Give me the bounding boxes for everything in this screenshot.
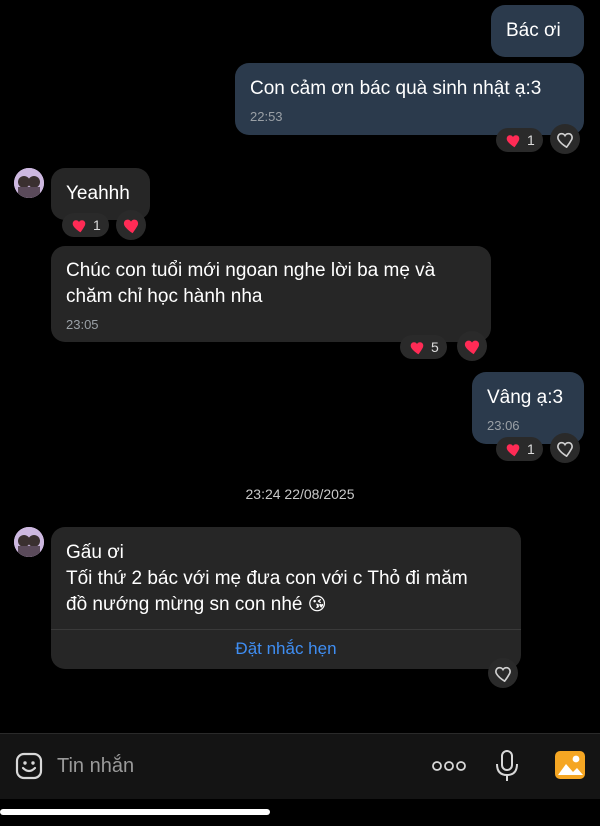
avatar[interactable] — [14, 168, 44, 198]
message-bubble-outgoing[interactable]: Bác ơi — [491, 5, 584, 57]
image-icon[interactable] — [554, 750, 586, 780]
heart-icon — [464, 340, 480, 355]
set-reminder-button[interactable]: Đặt nhắc hẹn — [51, 639, 521, 659]
message-input[interactable]: Tin nhắn — [57, 755, 134, 778]
message-text: Vâng ạ:3 — [487, 387, 564, 408]
heart-icon — [72, 220, 86, 233]
message-composer: Tin nhắn — [0, 733, 600, 799]
reaction-count: 1 — [527, 441, 535, 457]
message-time: 23:06 — [487, 418, 520, 433]
date-separator: 23:24 22/08/2025 — [245, 486, 355, 502]
react-button[interactable] — [116, 210, 146, 240]
home-indicator — [0, 809, 270, 815]
reaction-summary[interactable]: 1 — [62, 213, 109, 237]
heart-outline-icon — [557, 441, 573, 457]
avatar-image — [14, 168, 44, 198]
message-text: Bác ơi — [506, 20, 561, 41]
message-text-line: chăm chỉ học hành nha — [66, 286, 263, 307]
reaction-count: 5 — [431, 339, 439, 355]
react-button[interactable] — [550, 433, 580, 463]
message-time: 22:53 — [250, 109, 283, 124]
heart-icon — [506, 135, 520, 148]
heart-outline-icon — [557, 132, 573, 148]
card-divider — [51, 629, 521, 630]
message-text-line: Tối thứ 2 bác với mẹ đưa con với c Thỏ đ… — [66, 568, 468, 589]
react-button[interactable] — [550, 124, 580, 154]
sticker-icon[interactable] — [14, 751, 44, 781]
message-time: 23:05 — [66, 317, 99, 332]
avatar[interactable] — [14, 527, 44, 557]
heart-icon — [506, 444, 520, 457]
more-icon[interactable] — [431, 758, 467, 774]
reaction-count: 1 — [93, 217, 101, 233]
message-text-line: đồ nướng mừng sn con nhé — [66, 594, 303, 615]
reaction-summary[interactable]: 5 — [400, 335, 447, 359]
heart-outline-icon — [495, 666, 511, 682]
message-text-line: Gấu ơi — [66, 542, 124, 563]
message-text-line: Chúc con tuổi mới ngoan nghe lời ba mẹ v… — [66, 260, 436, 281]
reaction-count: 1 — [527, 132, 535, 148]
heart-icon — [123, 219, 139, 234]
heart-icon — [410, 342, 424, 355]
react-button[interactable] — [457, 331, 487, 361]
message-bubble-outgoing[interactable]: Con cảm ơn bác quà sinh nhật ạ:3 22:53 — [235, 63, 584, 135]
message-text: Yeahhh — [66, 183, 130, 204]
microphone-icon[interactable] — [494, 749, 520, 783]
message-bubble-incoming[interactable]: Chúc con tuổi mới ngoan nghe lời ba mẹ v… — [51, 246, 491, 342]
react-button[interactable] — [488, 658, 518, 688]
kiss-emoji-icon: 😘 — [307, 594, 327, 615]
message-text: Con cảm ơn bác quà sinh nhật ạ:3 — [250, 78, 542, 99]
reaction-summary[interactable]: 1 — [496, 437, 543, 461]
reaction-summary[interactable]: 1 — [496, 128, 543, 152]
avatar-image — [14, 527, 44, 557]
